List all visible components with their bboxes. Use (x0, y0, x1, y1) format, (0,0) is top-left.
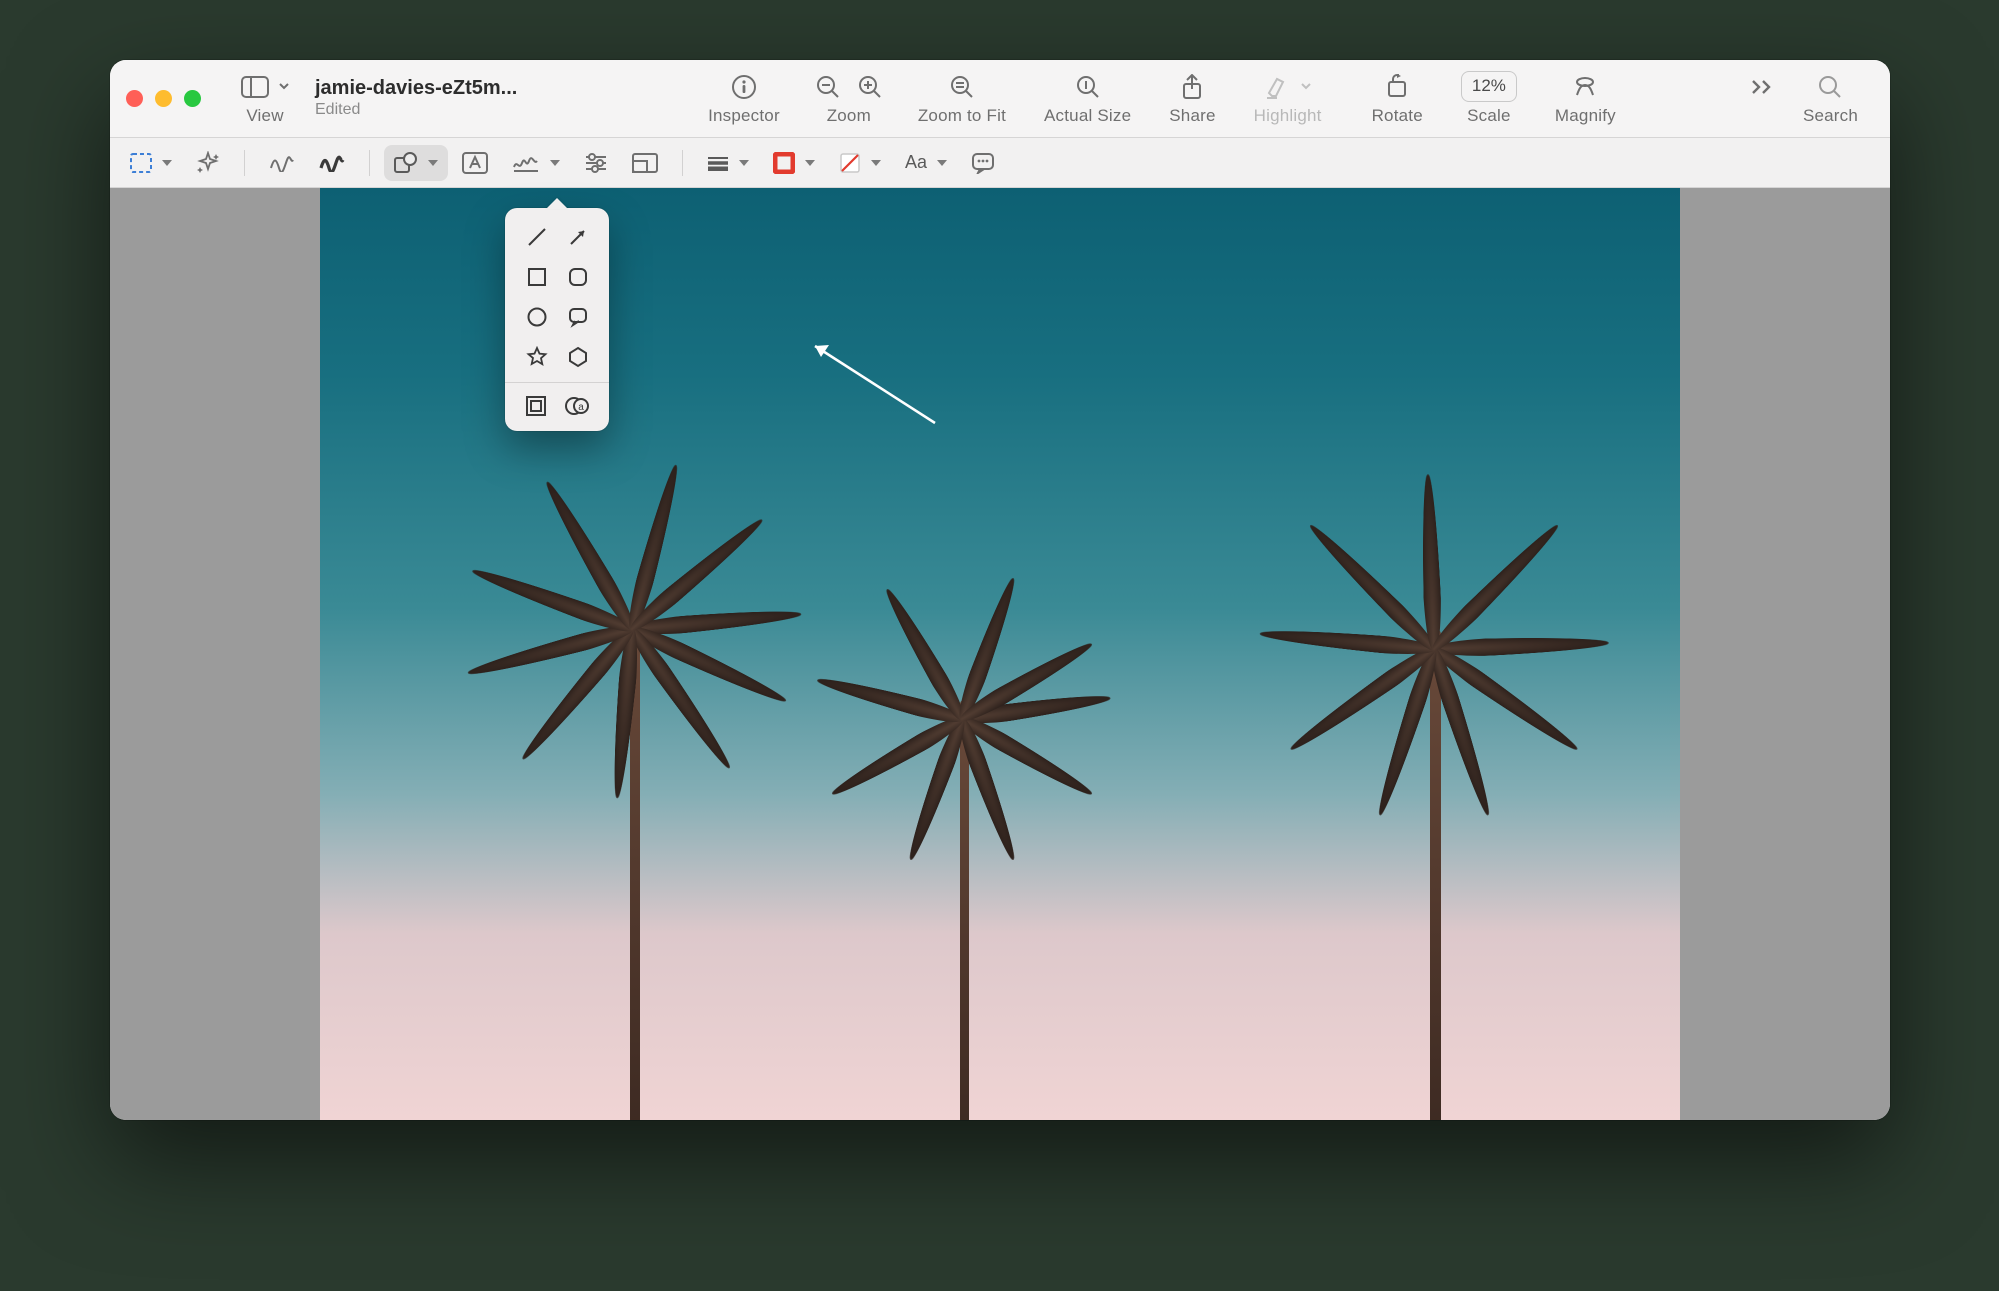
signature-icon (512, 153, 540, 173)
svg-text:a: a (578, 402, 584, 413)
shape-rectangle[interactable] (519, 264, 554, 290)
close-window-button[interactable] (126, 90, 143, 107)
border-color-icon (773, 152, 795, 174)
fill-color-icon (839, 152, 861, 174)
search-button[interactable]: Search (1787, 60, 1874, 138)
shape-arrow[interactable] (560, 224, 595, 250)
draw-tool[interactable] (309, 145, 355, 181)
share-button[interactable]: Share (1153, 60, 1231, 138)
share-icon (1181, 72, 1203, 102)
sparkle-icon (196, 151, 220, 175)
text-box-icon (462, 152, 488, 174)
text-style-tool[interactable]: Aa (895, 145, 957, 181)
shape-rounded-rectangle[interactable] (560, 264, 595, 290)
border-color-tool[interactable] (763, 145, 825, 181)
magnify-icon (1573, 72, 1597, 102)
shape-star[interactable] (519, 344, 554, 370)
filename: jamie-davies-eZt5m... (315, 78, 573, 99)
text-tool[interactable] (452, 145, 498, 181)
titlebar: View jamie-davies-eZt5m... Edited Inspec… (110, 60, 1890, 138)
window-controls (126, 90, 219, 107)
highlight-button[interactable]: Highlight (1238, 60, 1338, 138)
scale-control[interactable]: 12% Scale (1445, 60, 1533, 138)
separator (244, 150, 245, 176)
zoom-to-fit-button[interactable]: Zoom to Fit (902, 60, 1022, 138)
selection-tool[interactable] (120, 145, 182, 181)
shape-polygon[interactable] (560, 344, 595, 370)
resize-icon (632, 153, 658, 173)
selection-icon (130, 153, 152, 173)
edited-status: Edited (315, 101, 573, 119)
separator (369, 150, 370, 176)
minimize-window-button[interactable] (155, 90, 172, 107)
document-title[interactable]: jamie-davies-eZt5m... Edited (311, 78, 581, 119)
shape-mask[interactable] (525, 393, 547, 419)
zoom-fit-icon (950, 72, 974, 102)
annotation-arrow[interactable] (800, 338, 940, 428)
draw-icon (319, 154, 345, 172)
highlight-icon (1265, 72, 1311, 102)
instant-alpha-tool[interactable] (186, 145, 230, 181)
shapes-popover: a (505, 208, 609, 431)
overflow-button[interactable] (1743, 60, 1781, 138)
sidebar-icon (241, 72, 289, 102)
text-style-label: Aa (905, 152, 927, 173)
canvas-area (110, 188, 1890, 1120)
scale-field[interactable]: 12% (1461, 72, 1517, 102)
adjust-color-tool[interactable] (574, 145, 618, 181)
inspector-button[interactable]: Inspector (692, 60, 796, 138)
fill-color-tool[interactable] (829, 145, 891, 181)
sliders-icon (584, 153, 608, 173)
preview-window: View jamie-davies-eZt5m... Edited Inspec… (110, 60, 1890, 1120)
sketch-icon (269, 154, 295, 172)
rotate-icon (1384, 72, 1410, 102)
zoom-buttons[interactable]: Zoom (802, 60, 896, 138)
separator (682, 150, 683, 176)
chevron-right-double-icon (1751, 72, 1773, 102)
shape-loupe[interactable]: a (565, 393, 589, 419)
view-menu[interactable]: View (225, 60, 305, 138)
actual-size-icon (1076, 72, 1100, 102)
shapes-icon (394, 152, 418, 174)
markup-toolbar: Aa (110, 138, 1890, 188)
shape-style-tool[interactable] (697, 145, 759, 181)
actual-size-button[interactable]: Actual Size (1028, 60, 1147, 138)
rotate-button[interactable]: Rotate (1344, 60, 1439, 138)
magnify-button[interactable]: Magnify (1539, 60, 1632, 138)
shape-speech-bubble[interactable] (560, 304, 595, 330)
sign-tool[interactable] (502, 145, 570, 181)
shape-line[interactable] (519, 224, 554, 250)
annotate-tool[interactable] (961, 145, 1005, 181)
fullscreen-window-button[interactable] (184, 90, 201, 107)
shape-oval[interactable] (519, 304, 554, 330)
search-icon (1818, 72, 1842, 102)
scale-value[interactable]: 12% (1461, 71, 1517, 101)
line-weight-icon (707, 155, 729, 171)
zoom-icons (816, 72, 882, 102)
sketch-tool[interactable] (259, 145, 305, 181)
shapes-tool[interactable] (384, 145, 448, 181)
description-icon (971, 152, 995, 174)
adjust-size-tool[interactable] (622, 145, 668, 181)
info-icon (731, 72, 757, 102)
view-label: View (246, 106, 283, 126)
